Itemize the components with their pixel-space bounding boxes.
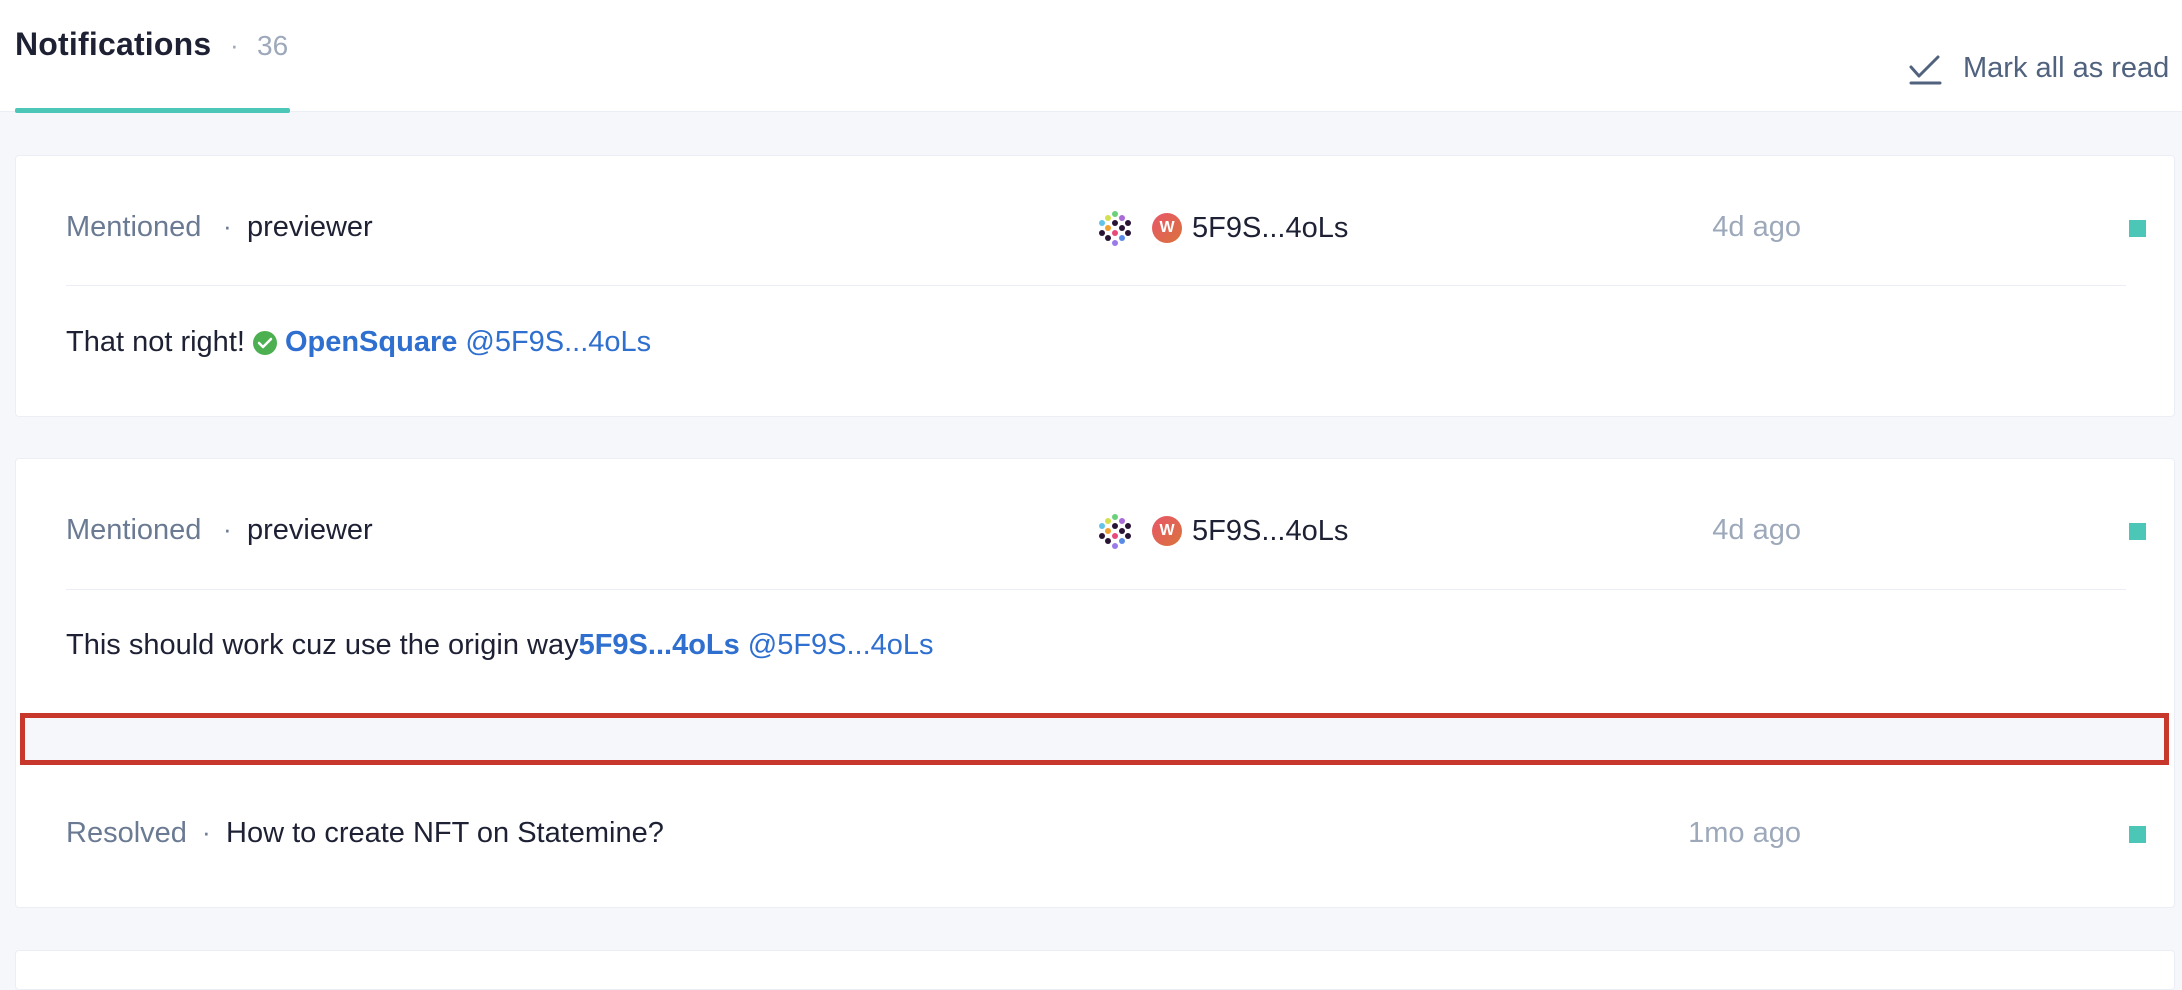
tab-active-indicator: [15, 108, 290, 113]
author-group[interactable]: W 5F9S...4oLs: [1096, 511, 1348, 551]
author-group[interactable]: W 5F9S...4oLs: [1096, 208, 1348, 248]
notification-subject[interactable]: How to create NFT on Statemine?: [226, 817, 664, 850]
author-address[interactable]: 5F9S...4oLs: [1192, 212, 1348, 245]
author-address[interactable]: 5F9S...4oLs: [1192, 515, 1348, 548]
notification-body: That not right! OpenSquare @5F9S...4oLs: [66, 326, 651, 359]
notification-card[interactable]: Mentioned · previewer W 5F9S...4oLs 4d a…: [15, 458, 2175, 908]
w-badge-icon: W: [1152, 516, 1182, 546]
unread-dot-icon: [2129, 220, 2146, 237]
notifications-header: Notifications · 36 Mark all as read: [0, 0, 2182, 113]
unread-dot-icon: [2129, 826, 2146, 843]
notification-kind: Resolved: [66, 817, 187, 849]
dot-separator: ·: [223, 514, 232, 544]
notification-count: 36: [257, 30, 289, 61]
check-all-icon: [1909, 55, 1942, 85]
hex-avatar-icon: [1099, 211, 1131, 246]
tab-notifications[interactable]: Notifications · 36: [15, 0, 290, 113]
notification-card[interactable]: [15, 950, 2175, 990]
notification-time: 1mo ago: [1688, 817, 1801, 849]
body-text: That not right!: [66, 326, 245, 358]
dot-separator: ·: [223, 211, 232, 241]
mention-name-link[interactable]: 5F9S...4oLs: [579, 629, 740, 662]
unread-dot-icon: [2129, 523, 2146, 540]
notification-meta-row: Mentioned · previewer W 5F9S...4oLs 4d a…: [66, 514, 2146, 554]
verified-check-icon: [252, 330, 277, 355]
notification-subject[interactable]: previewer: [247, 514, 373, 547]
mark-all-as-read-label: Mark all as read: [1963, 51, 2170, 84]
w-badge-icon: W: [1152, 213, 1182, 243]
notification-body: This should work cuz use the origin way …: [66, 629, 934, 662]
notification-card[interactable]: Mentioned · previewer W 5F9S...4oLs 4d a…: [15, 155, 2175, 417]
notification-kind: Mentioned: [66, 514, 202, 546]
mention-handle-link[interactable]: @5F9S...4oLs: [465, 326, 651, 359]
notification-time: 4d ago: [1712, 514, 1801, 546]
body-text: This should work cuz use the origin way: [66, 629, 579, 661]
notification-time: 4d ago: [1712, 211, 1801, 243]
tab-dot-separator: ·: [230, 30, 239, 60]
card-divider: [66, 285, 2126, 286]
highlight-box: [20, 713, 2169, 765]
tab-title: Notifications: [15, 26, 212, 62]
notification-meta-row: Resolved · How to create NFT on Statemin…: [66, 817, 2146, 857]
mention-handle-link[interactable]: @5F9S...4oLs: [748, 629, 934, 662]
hex-avatar-icon: [1099, 514, 1131, 549]
notification-subject[interactable]: previewer: [247, 211, 373, 244]
dot-separator: ·: [202, 817, 211, 847]
notification-meta-row: Mentioned · previewer W 5F9S...4oLs 4d a…: [66, 211, 2146, 251]
card-divider: [66, 589, 2126, 590]
notification-kind: Mentioned: [66, 211, 202, 243]
mark-all-as-read-button[interactable]: Mark all as read: [1907, 48, 2169, 88]
mention-name-link[interactable]: OpenSquare: [285, 326, 457, 359]
